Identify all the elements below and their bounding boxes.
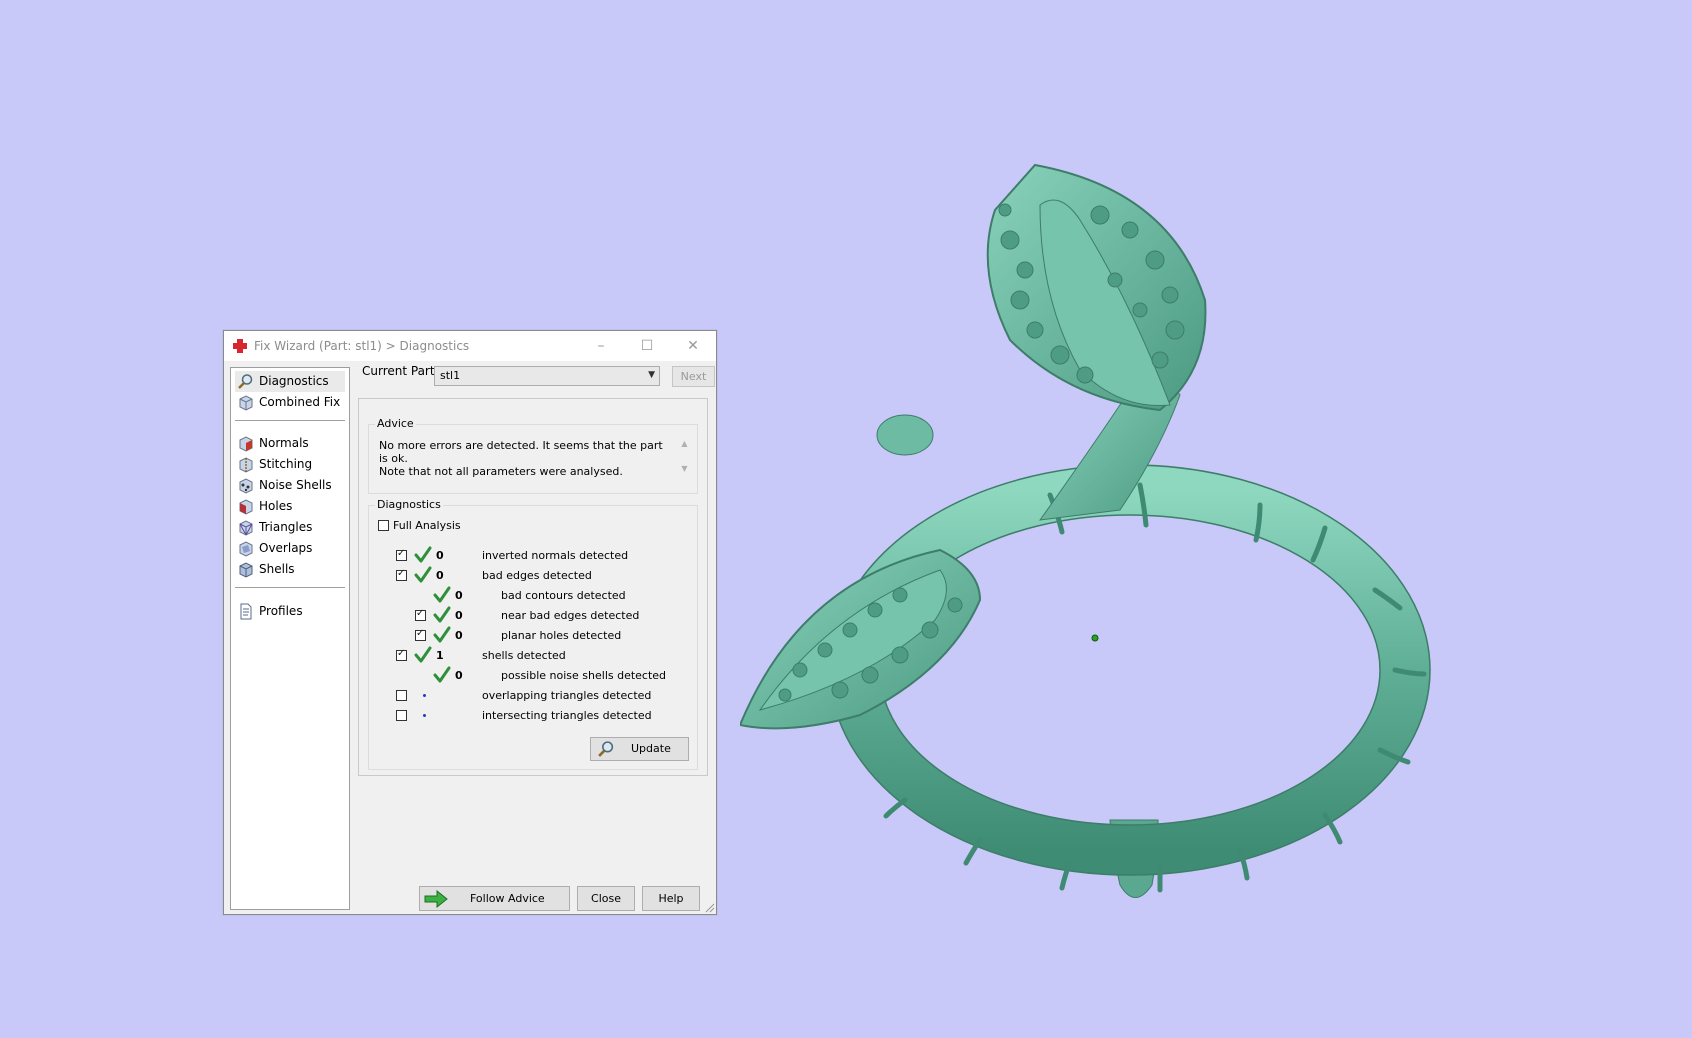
triangles-icon [239,520,253,536]
diagnostic-label: planar holes detected [501,629,622,642]
diagnostic-label: overlapping triangles detected [482,689,652,702]
advice-text: No more errors are detected. It seems th… [379,439,663,478]
ok-check-icon [433,666,451,684]
ok-check-icon [433,626,451,644]
update-label: Update [631,742,671,755]
diagnostic-count: 0 [455,609,463,622]
maximize-button[interactable]: ☐ [634,335,660,357]
noise-shells-icon [239,478,253,494]
diagnostic-label: near bad edges detected [501,609,640,622]
diagnostic-label: inverted normals detected [482,549,629,562]
nav-divider [235,420,345,421]
diagnostic-checkbox[interactable] [396,710,407,721]
next-button[interactable]: Next [672,366,715,387]
nav-item-normals[interactable]: Normals [235,433,345,454]
not-analysed-dot-icon [423,694,426,697]
not-analysed-dot-icon [423,714,426,717]
close-button[interactable]: Close [577,886,635,911]
chevron-down-icon: ▼ [648,370,655,380]
diagnostic-checkbox[interactable] [396,568,407,581]
diagnostic-checkbox[interactable] [415,608,426,621]
ok-check-icon [433,606,451,624]
nav-item-shells[interactable]: Shells [235,559,345,580]
ok-check-icon [414,566,432,584]
advice-scrollbar[interactable]: ▲ ▼ [678,439,691,481]
diagnostic-count: 1 [436,649,444,662]
scroll-up-icon[interactable]: ▲ [678,439,691,448]
shells-icon [239,562,253,578]
window-title: Fix Wizard (Part: stl1) > Diagnostics [254,339,470,353]
resize-grip-icon[interactable] [705,903,715,913]
nav-divider [235,587,345,588]
nav-item-triangles[interactable]: Triangles [235,517,345,538]
fix-wizard-dialog: Fix Wizard (Part: stl1) > Diagnostics – … [223,330,717,915]
green-arrow-icon [424,890,448,908]
diagnostic-count: 0 [436,549,444,562]
current-part-value: stl1 [440,369,461,382]
diagnostic-checkbox[interactable] [396,548,407,561]
close-window-button[interactable]: ✕ [680,335,706,357]
nav-item-profiles[interactable]: Profiles [235,601,345,622]
diagnostic-label: shells detected [482,649,566,662]
overlaps-icon [239,541,253,557]
nav-item-holes[interactable]: Holes [235,496,345,517]
diagnostic-count: 0 [455,589,463,602]
ok-check-icon [414,646,432,664]
diagnostic-checkbox[interactable] [415,628,426,641]
diagnostic-count: 0 [455,669,463,682]
diagnostic-count: 0 [455,629,463,642]
diagnostic-label: bad contours detected [501,589,626,602]
diagnostic-label: intersecting triangles detected [482,709,652,722]
stitching-icon [239,457,253,473]
advice-group: Advice No more errors are detected. It s… [368,417,698,494]
diagnostic-count: 0 [436,569,444,582]
title-bar[interactable]: Fix Wizard (Part: stl1) > Diagnostics – … [224,331,716,361]
diagnostic-label: bad edges detected [482,569,592,582]
scroll-down-icon[interactable]: ▼ [678,464,691,473]
magnifier-icon [238,374,253,389]
ok-check-icon [433,586,451,604]
help-button[interactable]: Help [642,886,700,911]
profiles-icon [240,603,252,620]
nav-item-diagnostics[interactable]: Diagnostics [235,371,345,392]
nav-item-noise-shells[interactable]: Noise Shells [235,475,345,496]
ring-model-render [740,163,1431,898]
ok-check-icon [414,546,432,564]
current-part-label: Current Part: [362,364,439,378]
normals-icon [239,436,253,452]
red-cross-icon [233,339,247,353]
magnifier-icon [598,741,614,757]
update-button[interactable]: Update [590,737,689,761]
holes-icon [239,499,253,515]
nav-item-stitching[interactable]: Stitching [235,454,345,475]
nav-item-combined-fix[interactable]: Combined Fix [235,392,345,413]
full-analysis-checkbox[interactable] [378,520,389,531]
diagnostic-label: possible noise shells detected [501,669,667,682]
diagnostics-title: Diagnostics [375,498,443,511]
follow-advice-label: Follow Advice [470,892,545,905]
diagnostics-group: Diagnostics Full Analysis 0 inverted norm… [368,498,698,770]
advice-title: Advice [375,417,416,430]
full-analysis-label: Full Analysis [393,519,461,532]
current-part-select[interactable]: stl1 ▼ [434,366,660,386]
nav-item-overlaps[interactable]: Overlaps [235,538,345,559]
diagnostic-checkbox[interactable] [396,648,407,661]
combined-fix-icon [239,395,253,411]
diagnostic-checkbox[interactable] [396,690,407,701]
diagnostics-panel: Advice No more errors are detected. It s… [358,398,708,776]
follow-advice-button[interactable]: Follow Advice [419,886,570,911]
minimize-button[interactable]: – [588,335,614,357]
wizard-nav: Diagnostics Combined Fix Normals Stitchi… [230,367,350,910]
